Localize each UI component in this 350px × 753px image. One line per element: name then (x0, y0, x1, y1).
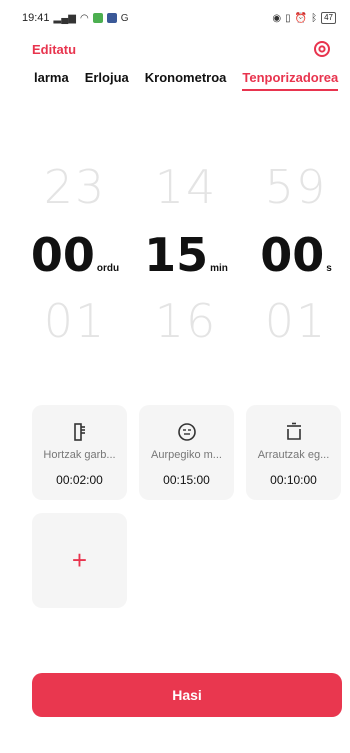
preset-time: 00:02:00 (56, 473, 103, 487)
seconds-wheel[interactable]: 59 00 s 01 (246, 160, 346, 348)
seconds-current: 00 s (246, 228, 346, 282)
hours-unit: ordu (96, 263, 120, 274)
seconds-prev: 59 (264, 160, 328, 214)
hours-next: 01 (43, 294, 107, 348)
toothbrush-icon (69, 421, 91, 443)
settings-icon[interactable] (312, 39, 332, 59)
hours-value: 00 (30, 228, 95, 282)
seconds-value: 00 (260, 228, 325, 282)
preset-label: Hortzak garb... (43, 449, 116, 461)
app-icon (92, 13, 103, 23)
status-time: 19:41 (22, 12, 50, 24)
vibrate-icon: ▯ (285, 12, 291, 24)
tab-bar: larma Erlojua Kronometroa Tenporizadorea (0, 70, 350, 100)
preset-card-face-mask[interactable]: Aurpegiko m... 00:15:00 (139, 405, 234, 500)
minutes-unit: min (210, 263, 228, 274)
nfc-icon: ◉ (272, 12, 282, 24)
facebook-icon (106, 13, 117, 23)
preset-card-eggs[interactable]: Arrautzak eg... 00:10:00 (246, 405, 341, 500)
wifi-icon: ◠ (80, 12, 89, 24)
bluetooth-icon: ᛒ (311, 12, 318, 24)
preset-card-toothbrush[interactable]: Hortzak garb... 00:02:00 (32, 405, 127, 500)
preset-time: 00:15:00 (163, 473, 210, 487)
seconds-unit: s (326, 263, 332, 274)
preset-label: Aurpegiko m... (151, 449, 222, 461)
start-button[interactable]: Hasi (32, 673, 342, 717)
preset-time: 00:10:00 (270, 473, 317, 487)
minutes-next: 16 (154, 294, 218, 348)
google-icon: G (120, 12, 129, 24)
top-bar: Editatu (0, 36, 350, 62)
tab-timer[interactable]: Tenporizadorea (242, 70, 338, 91)
face-mask-icon (176, 421, 198, 443)
tab-clock[interactable]: Erlojua (85, 70, 129, 91)
minutes-wheel[interactable]: 14 15 min 16 (136, 160, 236, 348)
status-bar-left: 19:41 ▂▄▆ ◠ G (22, 12, 129, 24)
tab-alarm[interactable]: larma (34, 70, 69, 91)
hours-wheel[interactable]: 23 00 ordu 01 (25, 160, 125, 348)
status-bar-right: ◉ ▯ ⏰ ᛒ 47 (272, 12, 336, 24)
pot-icon (283, 421, 305, 443)
time-picker: 23 00 ordu 01 14 15 min 16 59 00 s 01 (0, 160, 350, 370)
seconds-next: 01 (264, 294, 328, 348)
signal-icon: ▂▄▆ (53, 12, 76, 24)
plus-icon: + (71, 545, 88, 575)
edit-button[interactable]: Editatu (32, 42, 76, 57)
add-preset-button[interactable]: + (32, 513, 127, 608)
minutes-prev: 14 (154, 160, 218, 214)
hours-current: 00 ordu (25, 228, 125, 282)
status-bar: 19:41 ▂▄▆ ◠ G ◉ ▯ ⏰ ᛒ 47 (0, 0, 350, 36)
hours-prev: 23 (43, 160, 107, 214)
alarm-icon: ⏰ (294, 12, 308, 24)
minutes-current: 15 min (136, 228, 236, 282)
battery-icon: 47 (321, 12, 336, 24)
preset-label: Arrautzak eg... (257, 449, 330, 461)
minutes-value: 15 (144, 228, 209, 282)
tab-stopwatch[interactable]: Kronometroa (145, 70, 227, 91)
